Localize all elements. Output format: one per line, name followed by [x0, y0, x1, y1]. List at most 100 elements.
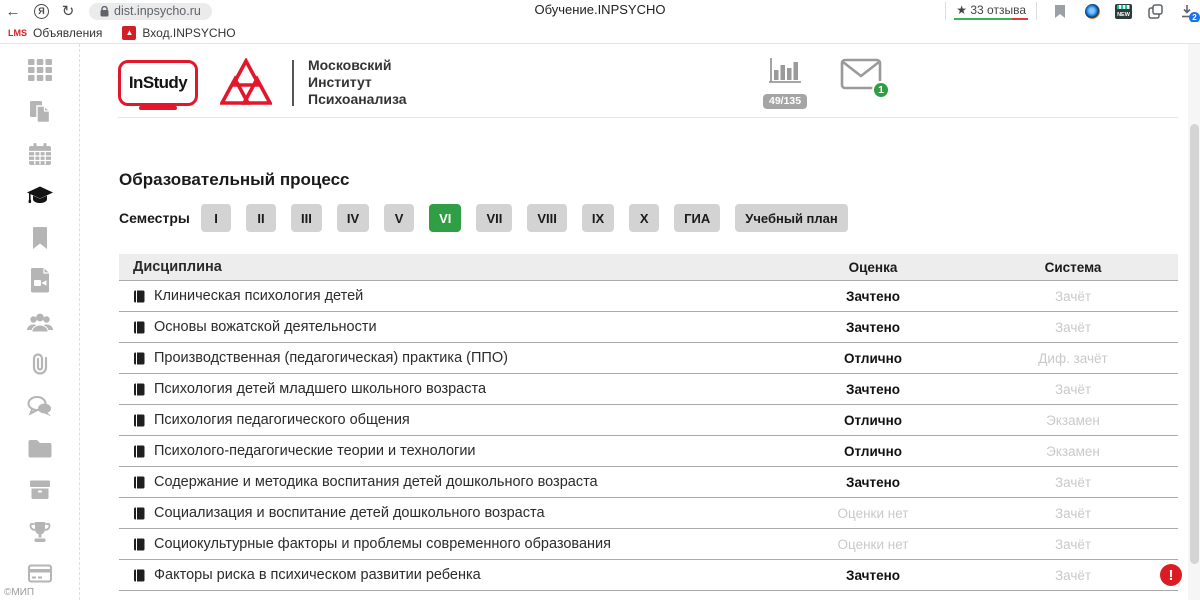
bookmarks-bar: LMS Объявления ▲ Вход.INPSYCHO [0, 22, 1200, 44]
chart-icon [767, 56, 803, 86]
new-badge: NEW [1117, 12, 1130, 18]
instudy-logo-text: InStudy [129, 73, 187, 93]
semester-tab-5[interactable]: V [384, 204, 414, 232]
table-header: Дисциплина Оценка Система [119, 254, 1178, 281]
new-extension-icon[interactable]: NEW [1115, 4, 1132, 19]
table-row[interactable]: Социализация и воспитание детей дошкольн… [119, 498, 1178, 529]
semester-tab-6-active[interactable]: VI [429, 204, 461, 232]
book-icon [133, 445, 146, 458]
mail-badge: 1 [872, 81, 890, 99]
system-value: Экзамен [968, 444, 1178, 459]
main-content: InStudy Московский Институт Психоанализа… [81, 44, 1188, 600]
system-value: Зачёт [968, 506, 1178, 521]
semester-tab-8[interactable]: VIII [527, 204, 567, 232]
back-icon[interactable]: ← [0, 3, 26, 20]
table-row[interactable]: Социокультурные факторы и проблемы совре… [119, 529, 1178, 560]
bookmark-lms[interactable]: LMS Объявления [8, 26, 102, 40]
payments-icon[interactable] [26, 560, 54, 588]
group-icon[interactable] [26, 308, 54, 336]
apps-grid-icon[interactable] [26, 56, 54, 84]
bookmark-inpsycho[interactable]: ▲ Вход.INPSYCHO [122, 26, 235, 40]
semester-switcher: Семестры I II III IV V VI VII VIII IX X … [119, 204, 863, 232]
system-value: Зачёт [968, 537, 1178, 552]
attachments-icon[interactable] [26, 350, 54, 378]
grade-value: Отлично [778, 351, 968, 366]
semester-tab-1[interactable]: I [201, 204, 231, 232]
book-icon [133, 507, 146, 520]
page-scrollbar [1188, 44, 1200, 600]
downloads-icon[interactable]: 2 [1178, 2, 1196, 20]
system-value: Зачёт [968, 289, 1178, 304]
lms-favicon: LMS [8, 28, 27, 38]
browser-extension-icon[interactable] [1083, 2, 1101, 20]
semester-tab-3[interactable]: III [291, 204, 322, 232]
curriculum-button[interactable]: Учебный план [735, 204, 847, 232]
mail-button[interactable]: 1 [840, 58, 882, 95]
col-grade: Оценка [778, 260, 968, 275]
header-divider [292, 60, 294, 106]
semester-tab-10[interactable]: X [629, 204, 659, 232]
grade-value: Зачтено [778, 320, 968, 335]
book-icon [133, 476, 146, 489]
system-value: Зачёт [968, 320, 1178, 335]
bookmark-label: Объявления [33, 26, 102, 40]
reviews-label: ★ 33 отзыва [956, 3, 1026, 17]
table-row[interactable]: Психология детей младшего школьного возр… [119, 374, 1178, 405]
calendar-icon[interactable] [26, 140, 54, 168]
yandex-icon[interactable]: Я [34, 4, 49, 19]
bookmark-label: Вход.INPSYCHO [142, 26, 235, 40]
education-icon[interactable] [26, 182, 54, 210]
grade-value: Оценки нет [778, 537, 968, 552]
book-icon [133, 414, 146, 427]
table-row[interactable]: Производственная (педагогическая) практи… [119, 343, 1178, 374]
grade-value: Отлично [778, 413, 968, 428]
system-value: Зачёт [968, 475, 1178, 490]
address-bar[interactable]: dist.inpsycho.ru [89, 3, 212, 20]
grade-value: Зачтено [778, 475, 968, 490]
semester-tab-gia[interactable]: ГИА [674, 204, 720, 232]
bookmark-icon[interactable] [26, 224, 54, 252]
page-title: Образовательный процесс [119, 170, 349, 190]
copyright-label: ©МИП [4, 587, 34, 598]
table-row[interactable]: Содержание и методика воспитания детей д… [119, 467, 1178, 498]
discipline-label: Факторы риска в психическом развитии реб… [154, 567, 481, 583]
app-sidebar [0, 44, 80, 600]
reviews-extension[interactable]: ★ 33 отзыва [945, 2, 1037, 20]
book-icon [133, 321, 146, 334]
messages-icon[interactable] [26, 392, 54, 420]
achievements-icon[interactable] [26, 518, 54, 546]
semester-tab-7[interactable]: VII [476, 204, 512, 232]
system-value: Зачёт [968, 568, 1178, 583]
semester-tab-9[interactable]: IX [582, 204, 614, 232]
institute-line: Московский [308, 57, 407, 74]
refresh-icon[interactable]: ↻ [55, 2, 81, 20]
discipline-label: Содержание и методика воспитания детей д… [154, 474, 598, 490]
progress-stats[interactable]: 49/135 [763, 56, 807, 109]
table-row[interactable]: Основы вожатской деятельности Зачтено За… [119, 312, 1178, 343]
col-discipline: Дисциплина [119, 259, 778, 275]
grade-value: Оценки нет [778, 506, 968, 521]
table-row[interactable]: Психолого-педагогические теории и технол… [119, 436, 1178, 467]
book-icon [133, 290, 146, 303]
scrollbar-thumb[interactable] [1190, 124, 1199, 564]
lock-icon [100, 6, 109, 17]
institute-line: Психоанализа [308, 91, 407, 108]
book-icon [133, 352, 146, 365]
site-header: InStudy Московский Институт Психоанализа… [118, 48, 1178, 118]
reviews-rating-bar [954, 18, 1028, 21]
extensions-icon[interactable] [1146, 2, 1164, 20]
grade-value: Зачтено [778, 382, 968, 397]
discipline-label: Социокультурные факторы и проблемы совре… [154, 536, 611, 552]
table-row[interactable]: Психология педагогического общения Отлич… [119, 405, 1178, 436]
table-row[interactable]: Факторы риска в психическом развитии реб… [119, 560, 1178, 591]
alert-icon[interactable]: ! [1160, 564, 1182, 586]
bookmark-flag-icon[interactable] [1051, 2, 1069, 20]
documents-icon[interactable] [26, 98, 54, 126]
table-row[interactable]: Клиническая психология детей Зачтено Зач… [119, 281, 1178, 312]
semester-tab-4[interactable]: IV [337, 204, 369, 232]
institute-name: Московский Институт Психоанализа [308, 57, 407, 108]
archive-icon[interactable] [26, 476, 54, 504]
semester-tab-2[interactable]: II [246, 204, 276, 232]
video-materials-icon[interactable] [26, 266, 54, 294]
folder-icon[interactable] [26, 434, 54, 462]
